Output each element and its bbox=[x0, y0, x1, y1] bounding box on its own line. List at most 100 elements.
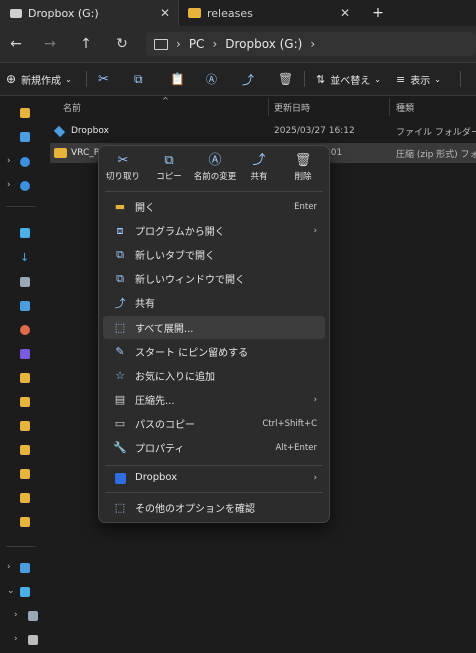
divider bbox=[304, 71, 305, 87]
menu-item-label: プロパティ bbox=[135, 444, 185, 455]
folder-icon[interactable] bbox=[20, 397, 30, 407]
more-options-icon: ⬚ bbox=[114, 501, 126, 514]
menu-item-open[interactable]: ▬ 開く Enter bbox=[103, 195, 325, 218]
wrench-icon: 🔧 bbox=[113, 441, 127, 454]
new-tab-button[interactable]: + bbox=[364, 0, 392, 26]
folder-icon[interactable] bbox=[20, 373, 30, 383]
drive-icon[interactable] bbox=[28, 635, 38, 645]
dropbox-icon bbox=[109, 471, 131, 484]
pictures-icon[interactable] bbox=[20, 301, 30, 311]
videos-icon[interactable] bbox=[20, 349, 30, 359]
copy-icon[interactable]: ⧉ bbox=[134, 63, 143, 95]
dropbox-icon[interactable] bbox=[20, 563, 30, 573]
gallery-icon[interactable] bbox=[20, 132, 30, 142]
up-icon[interactable]: ↑ bbox=[70, 26, 102, 62]
close-icon[interactable]: ✕ bbox=[160, 6, 170, 20]
breadcrumb-pc[interactable]: PC bbox=[189, 37, 205, 51]
cut-button[interactable]: ✂ 切り取り bbox=[101, 152, 145, 192]
menu-item-label: パスのコピー bbox=[135, 420, 195, 431]
delete-button[interactable]: 🗑 削除 bbox=[281, 152, 325, 192]
refresh-icon[interactable]: ↻ bbox=[106, 26, 138, 62]
share-icon[interactable]: ⤴ bbox=[242, 63, 254, 95]
chevron-right-icon[interactable]: › bbox=[7, 180, 11, 190]
menu-item-properties[interactable]: 🔧 プロパティ Alt+Enter bbox=[103, 436, 325, 459]
folder-icon[interactable] bbox=[20, 469, 30, 479]
menu-item-open-with[interactable]: ⧈ プログラムから開く › bbox=[103, 219, 325, 242]
rename-icon[interactable]: Ⓐ bbox=[206, 63, 217, 95]
chevron-right-icon[interactable]: › bbox=[14, 610, 18, 620]
column-header-modified[interactable]: 更新日時 bbox=[274, 96, 310, 118]
desktop-icon[interactable] bbox=[20, 228, 30, 238]
menu-item-dropbox[interactable]: Dropbox › bbox=[103, 466, 325, 489]
menu-item-label: スタート にピン留めする bbox=[135, 348, 249, 359]
folder-icon[interactable] bbox=[20, 517, 30, 527]
home-icon[interactable] bbox=[20, 108, 30, 118]
table-row[interactable]: Dropbox 2025/03/27 16:12 ファイル フォルダー bbox=[50, 121, 476, 141]
menu-item-share[interactable]: ⤴ 共有 bbox=[103, 291, 325, 314]
tab-releases[interactable]: releases ✕ bbox=[180, 0, 358, 26]
divider bbox=[6, 546, 36, 547]
menu-item-add-favorites[interactable]: ☆ お気に入りに追加 bbox=[103, 364, 325, 387]
onedrive-icon[interactable] bbox=[20, 157, 30, 167]
monitor-icon bbox=[154, 38, 168, 50]
chevron-down-icon: ⌄ bbox=[434, 74, 441, 84]
music-icon[interactable] bbox=[20, 325, 30, 335]
dropbox-icon bbox=[53, 125, 66, 137]
copy-button[interactable]: ⧉ コピー bbox=[147, 152, 191, 192]
copy-label: コピー bbox=[156, 172, 182, 182]
menu-item-pin-start[interactable]: ✎ スタート にピン留めする bbox=[103, 340, 325, 363]
forward-icon[interactable]: → bbox=[34, 26, 66, 62]
share-icon: ⤴ bbox=[114, 296, 126, 310]
download-icon[interactable]: ↓ bbox=[20, 251, 29, 264]
folder-icon[interactable] bbox=[20, 493, 30, 503]
close-icon[interactable]: ✕ bbox=[340, 6, 350, 20]
navigation-pane: › › ↓ › ⌄ › › bbox=[0, 96, 40, 653]
address-box[interactable]: › PC › Dropbox (G:) › bbox=[146, 32, 476, 56]
breadcrumb-sep-icon: › bbox=[310, 37, 316, 51]
paste-icon[interactable]: 📋 bbox=[170, 63, 185, 95]
divider bbox=[389, 98, 390, 116]
context-menu: ✂ 切り取り ⧉ コピー Ⓐ 名前の変更 ⤴ 共有 🗑 削除 ▬ 開く Ente… bbox=[98, 145, 330, 523]
share-button[interactable]: ⤴ 共有 bbox=[237, 152, 281, 192]
menu-item-open-new-tab[interactable]: ⧉ 新しいタブで開く bbox=[103, 243, 325, 266]
view-button[interactable]: ≡ 表示 ⌄ bbox=[396, 63, 441, 95]
divider bbox=[86, 71, 87, 87]
folder-icon[interactable] bbox=[20, 445, 30, 455]
rename-icon: Ⓐ bbox=[208, 153, 222, 168]
menu-item-label: プログラムから開く bbox=[135, 227, 225, 238]
column-header-name[interactable]: 名前 bbox=[63, 96, 81, 118]
trash-icon[interactable]: 🗑 bbox=[278, 63, 293, 95]
folder-icon[interactable] bbox=[20, 421, 30, 431]
drive-icon[interactable] bbox=[28, 611, 38, 621]
this-pc-icon[interactable] bbox=[20, 587, 30, 597]
chevron-down-icon[interactable]: ⌄ bbox=[7, 586, 15, 596]
rename-button[interactable]: Ⓐ 名前の変更 bbox=[191, 152, 239, 192]
onedrive-icon[interactable] bbox=[20, 181, 30, 191]
new-button[interactable]: ⊕ 新規作成 ⌄ bbox=[6, 63, 72, 95]
menu-item-open-new-window[interactable]: ⧉ 新しいウィンドウで開く bbox=[103, 267, 325, 290]
zip-folder-icon bbox=[54, 148, 67, 158]
divider bbox=[105, 191, 323, 192]
column-header-type[interactable]: 種類 bbox=[396, 96, 414, 118]
tab-dropbox[interactable]: Dropbox (G:) ✕ bbox=[0, 0, 179, 26]
breadcrumb-location[interactable]: Dropbox (G:) bbox=[225, 37, 302, 51]
chevron-down-icon: ⌄ bbox=[65, 74, 72, 84]
menu-item-label: 新しいウィンドウで開く bbox=[135, 275, 245, 286]
menu-item-extract-all[interactable]: ⬚ すべて展開... bbox=[103, 316, 325, 339]
cut-icon[interactable]: ✂ bbox=[98, 63, 109, 95]
trash-icon: 🗑 bbox=[294, 153, 312, 168]
file-name: Dropbox bbox=[71, 126, 109, 136]
divider bbox=[105, 492, 323, 493]
back-icon[interactable]: ← bbox=[0, 26, 32, 62]
scissors-icon: ✂ bbox=[117, 153, 129, 168]
view-icon: ≡ bbox=[396, 72, 406, 86]
chevron-right-icon[interactable]: › bbox=[7, 156, 11, 166]
sort-button[interactable]: ⇅ 並べ替え ⌄ bbox=[316, 63, 381, 95]
menu-item-copy-path[interactable]: ▭ パスのコピー Ctrl+Shift+C bbox=[103, 412, 325, 435]
menu-item-more-options[interactable]: ⬚ その他のオプションを確認 bbox=[103, 496, 325, 519]
chevron-right-icon[interactable]: › bbox=[7, 562, 11, 572]
menu-item-compress-to[interactable]: ▤ 圧縮先... › bbox=[103, 388, 325, 411]
sort-caret-icon: ^ bbox=[162, 96, 169, 105]
chevron-right-icon[interactable]: › bbox=[14, 634, 18, 644]
documents-icon[interactable] bbox=[20, 277, 30, 287]
